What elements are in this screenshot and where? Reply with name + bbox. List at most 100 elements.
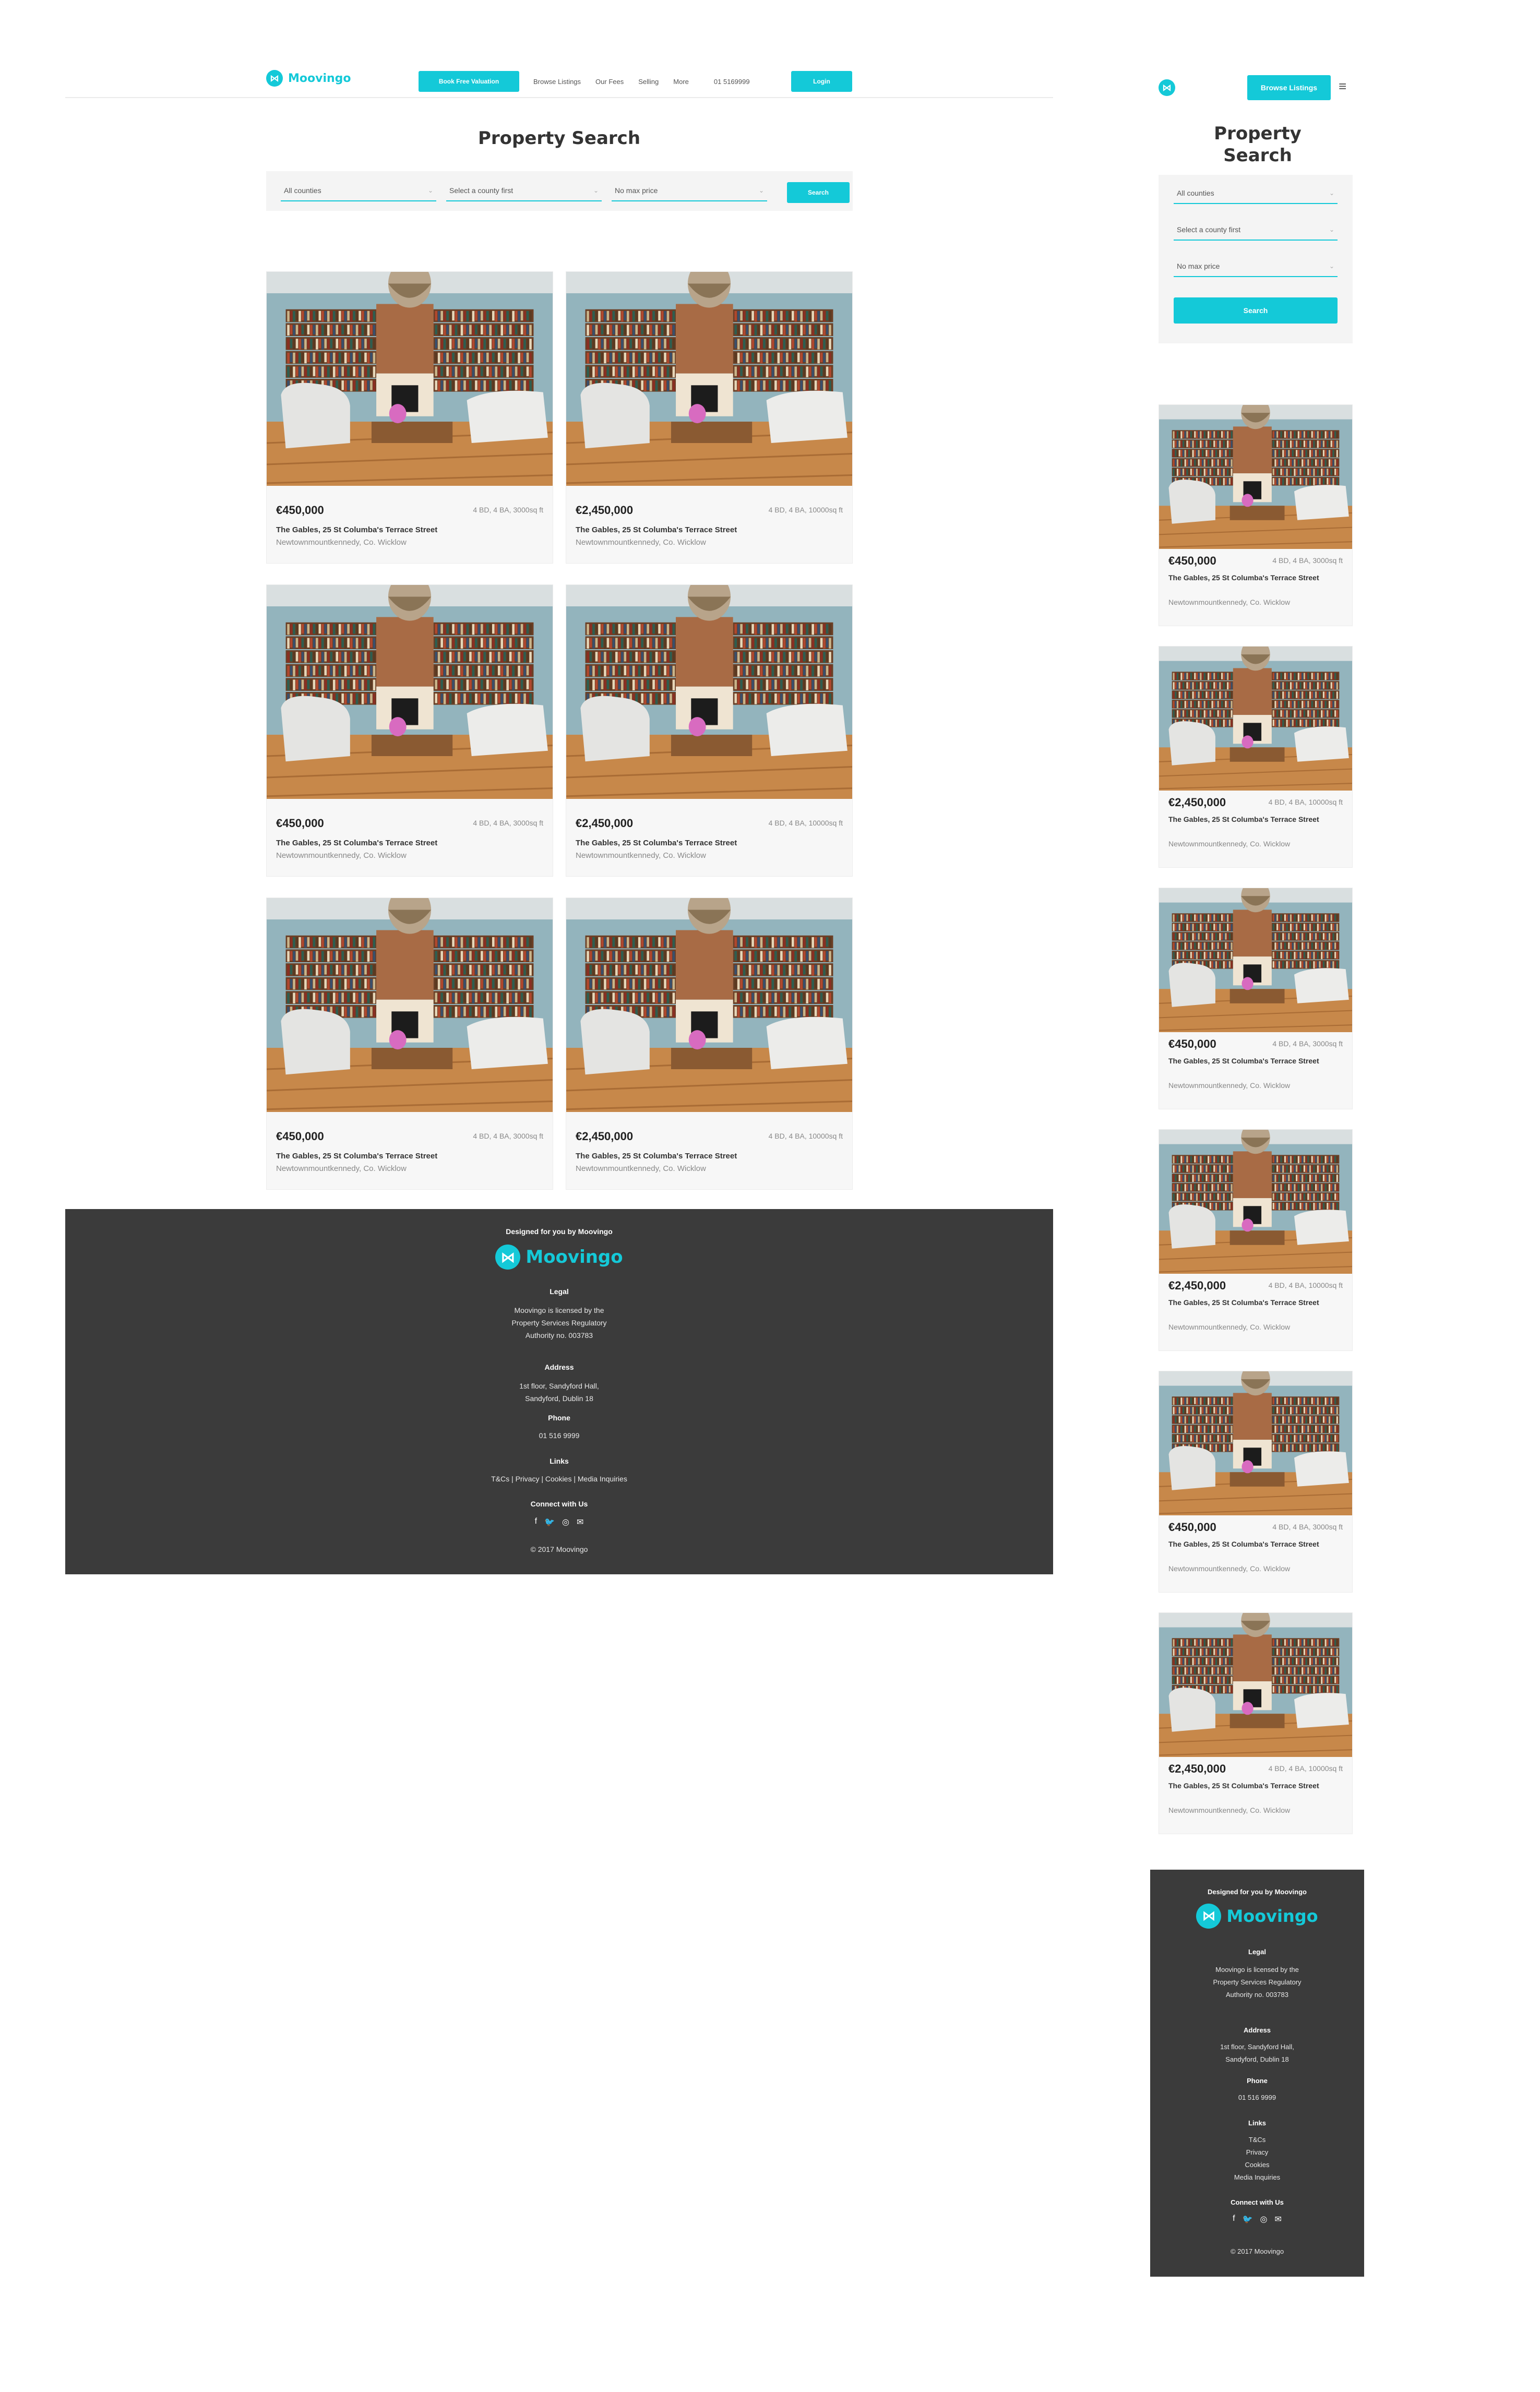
footer-connect-heading: Connect with Us (1231, 2198, 1284, 2206)
listing-address[interactable]: The Gables, 25 St Columba's Terrace Stre… (1168, 1297, 1335, 1309)
listing-card[interactable]: €2,450,000 4 BD, 4 BA, 10000sq ft The Gabl… (1159, 1129, 1353, 1351)
footer-phone-heading: Phone (548, 1414, 570, 1422)
max-price-select-value: No max price (1177, 262, 1220, 270)
listing-address[interactable]: The Gables, 25 St Columba's Terrace Stre… (276, 1152, 437, 1161)
email-icon[interactable]: ✉ (1274, 2214, 1281, 2224)
listing-specs: 4 BD, 4 BA, 3000sq ft (1272, 1523, 1343, 1531)
footer-copyright: © 2017 Moovingo (1230, 2247, 1284, 2255)
footer-address-line: Sandyford, Dublin 18 (1225, 2055, 1289, 2063)
browse-listings-button[interactable]: Browse Listings (1247, 75, 1331, 100)
footer-links[interactable]: T&Cs | Privacy | Cookies | Media Inquiri… (65, 1473, 1053, 1485)
listing-card[interactable]: €450,000 4 BD, 4 BA, 3000sq ft The Gables,… (1159, 1371, 1353, 1593)
main-nav: Browse Listings Our Fees Selling More 01… (533, 71, 765, 92)
listing-photo[interactable] (566, 272, 852, 486)
listing-address[interactable]: The Gables, 25 St Columba's Terrace Stre… (1168, 1538, 1335, 1550)
listing-card[interactable]: €2,450,000 4 BD, 4 BA, 10000sq ft The Gabl… (566, 898, 853, 1190)
listing-price: €450,000 (1168, 554, 1216, 567)
listing-card[interactable]: €2,450,000 4 BD, 4 BA, 10000sq ft The Gabl… (566, 584, 853, 877)
footer-link[interactable]: Privacy (1150, 2146, 1364, 2159)
mobile-logo[interactable]: ⋈ (1159, 79, 1175, 96)
login-button[interactable]: Login (791, 71, 852, 92)
instagram-icon[interactable]: ◎ (562, 1517, 569, 1527)
site-logo[interactable]: ⋈ Moovingo (266, 70, 351, 87)
max-price-select-value: No max price (615, 186, 658, 195)
county-select[interactable]: All counties ⌄ (1174, 186, 1338, 204)
listing-card[interactable]: €2,450,000 4 BD, 4 BA, 10000sq ft The Gabl… (1159, 1612, 1353, 1834)
listing-photo[interactable] (1159, 1613, 1352, 1757)
nav-our-fees[interactable]: Our Fees (595, 78, 624, 86)
listing-address[interactable]: The Gables, 25 St Columba's Terrace Stre… (1168, 1780, 1335, 1792)
listing-card[interactable]: €450,000 4 BD, 4 BA, 3000sq ft The Gables,… (1159, 404, 1353, 626)
logo-mark-icon: ⋈ (1196, 1904, 1222, 1929)
listing-address[interactable]: The Gables, 25 St Columba's Terrace Stre… (276, 839, 437, 847)
book-valuation-button[interactable]: Book Free Valuation (419, 71, 519, 92)
listing-photo[interactable] (566, 585, 852, 799)
listing-address[interactable]: The Gables, 25 St Columba's Terrace Stre… (1168, 1055, 1335, 1067)
listing-address[interactable]: The Gables, 25 St Columba's Terrace Stre… (576, 1152, 737, 1161)
page-title-text: Property Search (1214, 123, 1302, 166)
email-icon[interactable]: ✉ (577, 1517, 583, 1527)
listing-photo[interactable] (267, 585, 553, 799)
listing-address[interactable]: The Gables, 25 St Columba's Terrace Stre… (1168, 572, 1335, 584)
footer-row: 1st floor, Sandyford Hall, Sandyford, Dub… (65, 1380, 1053, 1405)
listing-card[interactable]: €2,450,000 4 BD, 4 BA, 10000sq ft The Gabl… (1159, 646, 1353, 868)
listing-specs: 4 BD, 4 BA, 3000sq ft (473, 506, 543, 514)
listing-address[interactable]: The Gables, 25 St Columba's Terrace Stre… (576, 525, 737, 534)
listing-card[interactable]: €450,000 4 BD, 4 BA, 3000sq ft The Gables,… (266, 584, 553, 877)
footer-link[interactable]: Cookies (1150, 2159, 1364, 2171)
area-select[interactable]: Select a county first ⌄ (1174, 223, 1338, 241)
footer-legal-heading: Legal (1248, 1948, 1266, 1956)
nav-selling[interactable]: Selling (638, 78, 659, 86)
listing-photo[interactable] (566, 898, 852, 1112)
footer-link[interactable]: Media Inquiries (1150, 2171, 1364, 2184)
logo-mark-icon: ⋈ (495, 1245, 521, 1270)
listing-card[interactable]: €2,450,000 4 BD, 4 BA, 10000sq ft The Gabl… (566, 271, 853, 564)
listing-card[interactable]: €450,000 4 BD, 4 BA, 3000sq ft The Gables,… (266, 271, 553, 564)
footer-phone[interactable]: 01 516 9999 (1150, 2091, 1364, 2104)
mobile-footer: Designed for you by Moovingo ⋈ Moovingo Leg… (1150, 1870, 1364, 2277)
max-price-select[interactable]: No max price ⌄ (612, 184, 767, 201)
county-select[interactable]: All counties ⌄ (281, 184, 436, 201)
nav-browse-listings[interactable]: Browse Listings (533, 78, 581, 86)
listing-card[interactable]: €450,000 4 BD, 4 BA, 3000sq ft The Gables,… (1159, 888, 1353, 1109)
area-select[interactable]: Select a county first ⌄ (446, 184, 602, 201)
footer-designed-by: Designed for you by Moovingo (506, 1227, 613, 1236)
max-price-select[interactable]: No max price ⌄ (1174, 259, 1338, 277)
footer-row: 01 516 9999 (1150, 2091, 1364, 2104)
instagram-icon[interactable]: ◎ (1260, 2214, 1268, 2224)
hamburger-menu-icon[interactable]: ≡ (1339, 78, 1346, 94)
nav-more[interactable]: More (673, 78, 689, 86)
listing-specs: 4 BD, 4 BA, 10000sq ft (1268, 798, 1343, 806)
twitter-icon[interactable]: 🐦 (1243, 2214, 1253, 2224)
listing-address[interactable]: The Gables, 25 St Columba's Terrace Stre… (1168, 814, 1335, 826)
footer-logo[interactable]: ⋈ Moovingo (65, 1245, 1053, 1270)
listing-photo[interactable] (1159, 1130, 1352, 1274)
site-header: ⋈ Moovingo Book Free Valuation Browse Li… (65, 57, 1053, 98)
twitter-icon[interactable]: 🐦 (544, 1517, 555, 1527)
listing-photo[interactable] (267, 272, 553, 486)
listing-photo[interactable] (1159, 888, 1352, 1032)
footer-logo-text: Moovingo (526, 1247, 623, 1267)
footer-row: Connect with Us (1150, 2198, 1364, 2206)
listing-photo[interactable] (1159, 1371, 1352, 1515)
facebook-icon[interactable]: f (1233, 2214, 1235, 2224)
listing-address[interactable]: The Gables, 25 St Columba's Terrace Stre… (276, 525, 437, 534)
listing-photo[interactable] (267, 898, 553, 1112)
desktop-view: ⋈ Moovingo Book Free Valuation Browse Li… (65, 57, 1053, 1574)
area-select-value: Select a county first (1177, 225, 1241, 234)
footer-phone[interactable]: 01 516 9999 (65, 1429, 1053, 1442)
facebook-icon[interactable]: f (535, 1517, 537, 1527)
search-button[interactable]: Search (1174, 297, 1338, 324)
nav-phone[interactable]: 01 5169999 (714, 78, 750, 86)
search-button[interactable]: Search (787, 182, 850, 203)
footer-logo[interactable]: ⋈ Moovingo (1150, 1904, 1364, 1929)
listing-price: €450,000 (276, 504, 324, 517)
listing-specs: 4 BD, 4 BA, 3000sq ft (473, 1132, 543, 1140)
footer-address-line: 1st floor, Sandyford Hall, (519, 1382, 599, 1390)
listing-address[interactable]: The Gables, 25 St Columba's Terrace Stre… (576, 839, 737, 847)
search-filter-bar: All counties ⌄ Select a county first ⌄ N… (266, 171, 853, 211)
listing-photo[interactable] (1159, 405, 1352, 549)
listing-card[interactable]: €450,000 4 BD, 4 BA, 3000sq ft The Gables,… (266, 898, 553, 1190)
listing-photo[interactable] (1159, 647, 1352, 791)
footer-link[interactable]: T&Cs (1150, 2134, 1364, 2146)
